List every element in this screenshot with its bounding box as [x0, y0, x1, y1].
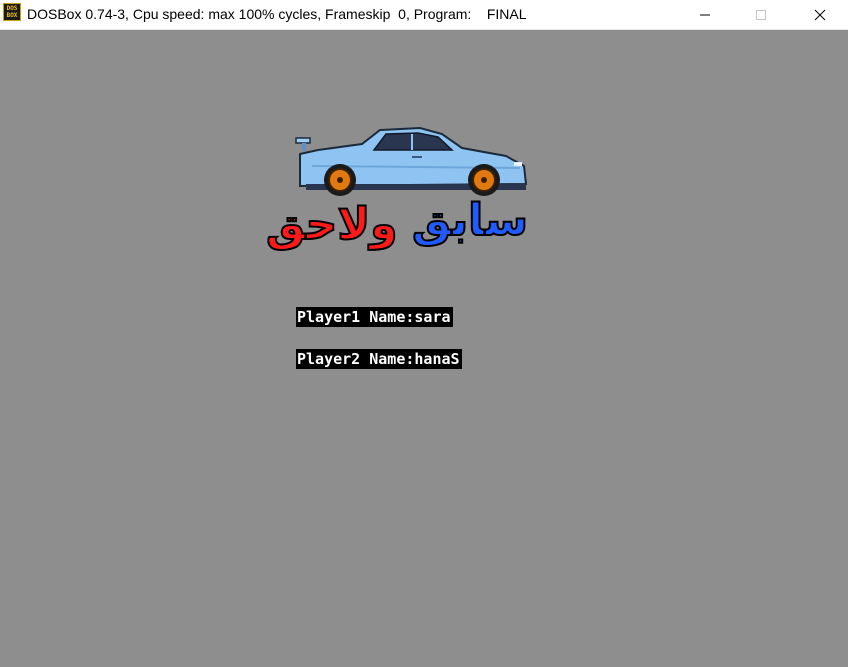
dosbox-app-icon[interactable]: DOS BOX [3, 3, 21, 21]
player1-name: sara [414, 308, 451, 326]
player1-label: Player1 Name: [297, 308, 415, 326]
logo-word-walaheq: ولاحق [265, 199, 398, 251]
dos-screen[interactable]: سابق ولاحق Player1 Name:sara Player2 Nam… [0, 30, 848, 667]
player1-name-line: Player1 Name:sara [296, 307, 453, 327]
maximize-button[interactable] [738, 0, 784, 29]
player2-name: hanaS [414, 350, 460, 368]
game-logo: سابق ولاحق [262, 126, 552, 286]
app-icon-label-bottom: BOX [6, 12, 18, 19]
minimize-button[interactable] [682, 0, 728, 29]
app-icon-label-top: DOS [6, 5, 18, 12]
player2-label: Player2 Name: [297, 350, 415, 368]
close-button[interactable] [797, 0, 843, 29]
minimize-icon [700, 14, 710, 16]
logo-title: سابق ولاحق [265, 195, 546, 256]
title-bar[interactable]: DOS BOX DOSBox 0.74-3, Cpu speed: max 10… [0, 0, 848, 30]
dosbox-window: DOS BOX DOSBox 0.74-3, Cpu speed: max 10… [0, 0, 848, 667]
player2-name-line: Player2 Name:hanaS [296, 349, 462, 369]
window-title: DOSBox 0.74-3, Cpu speed: max 100% cycle… [27, 6, 527, 22]
close-icon [814, 9, 826, 21]
maximize-icon [756, 10, 766, 20]
car-icon [295, 126, 528, 196]
logo-word-sabeq: سابق [411, 195, 529, 247]
